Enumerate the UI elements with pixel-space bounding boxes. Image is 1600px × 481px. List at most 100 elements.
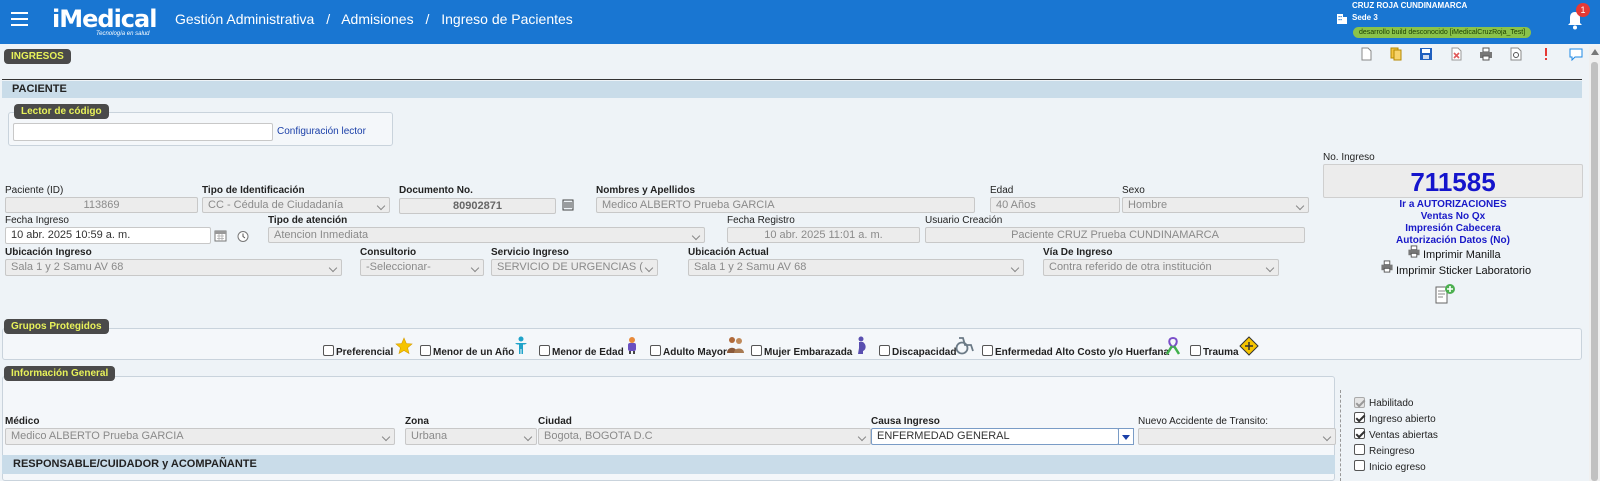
adulto-mayor-checkbox[interactable]: [650, 345, 661, 356]
mujer-embarazada-checkbox[interactable]: [751, 345, 762, 356]
section-responsable: RESPONSABLE/CUIDADOR y ACOMPAÑANTE: [2, 455, 1335, 474]
menu-icon[interactable]: [11, 12, 28, 26]
print-icon[interactable]: [1473, 45, 1499, 63]
notification-badge: 1: [1576, 3, 1590, 17]
accidente-transito-select[interactable]: [1138, 428, 1336, 445]
paciente-id-field: 113869: [5, 197, 198, 213]
nombres-field: Medico ALBERTO Prueba GARCIA: [596, 197, 975, 213]
edad-field: 40 Años: [990, 197, 1120, 213]
add-document-icon[interactable]: [1434, 284, 1456, 304]
menor-un-ano-label: Menor de un Año: [433, 347, 515, 358]
section-paciente: PACIENTE: [2, 81, 1582, 98]
imprimir-manilla-link[interactable]: Imprimir Manilla: [1423, 249, 1501, 261]
new-document-icon[interactable]: [1353, 45, 1379, 63]
copy-icon[interactable]: [1383, 45, 1409, 63]
star-icon: [395, 337, 413, 355]
autorizacion-datos-link[interactable]: Autorización Datos (No): [1323, 235, 1583, 247]
accidente-transito-label: Nuevo Accidente de Transito:: [1138, 416, 1269, 427]
usuario-creacion-label: Usuario Creación: [925, 215, 1003, 226]
ciudad-label: Ciudad: [538, 416, 572, 427]
preview-icon[interactable]: [1503, 45, 1529, 63]
ventas-no-qx-link[interactable]: Ventas No Qx: [1323, 211, 1583, 223]
tipo-atencion-select[interactable]: Atencion Inmediata: [268, 227, 705, 243]
menor-edad-checkbox[interactable]: [539, 345, 550, 356]
clock-icon[interactable]: [236, 229, 250, 243]
app-logo[interactable]: iMedical Tecnología en salud: [52, 3, 162, 41]
chat-icon[interactable]: [1563, 45, 1589, 63]
reingreso-label: Reingreso: [1369, 446, 1415, 457]
documento-field: 80902871: [399, 198, 556, 214]
sexo-label: Sexo: [1122, 185, 1145, 196]
fecha-ingreso-field[interactable]: 10 abr. 2025 10:59 a. m.: [5, 227, 211, 244]
fecha-registro-label: Fecha Registro: [727, 215, 795, 226]
preferencial-checkbox[interactable]: [323, 345, 334, 356]
trauma-label: Trauma: [1203, 347, 1239, 358]
breadcrumb-item[interactable]: Gestión Administrativa: [175, 11, 314, 27]
causa-ingreso-label: Causa Ingreso: [871, 416, 940, 427]
causa-ingreso-select[interactable]: ENFERMEDAD GENERAL: [871, 428, 1119, 445]
habilitado-checkbox[interactable]: [1354, 397, 1365, 408]
mujer-embarazada-label: Mujer Embarazada: [764, 347, 853, 358]
logo-text: iMedical: [52, 5, 157, 33]
via-ingreso-select[interactable]: Contra referido de otra institución: [1043, 259, 1279, 276]
ubicacion-ingreso-select[interactable]: Sala 1 y 2 Samu AV 68: [5, 259, 342, 276]
impresion-cabecera-link[interactable]: Impresión Cabecera: [1323, 223, 1583, 235]
ribbon-icon: [1165, 336, 1181, 355]
usuario-creacion-field: Paciente CRUZ Prueba CUNDINAMARCA: [925, 227, 1305, 243]
alert-icon[interactable]: [1533, 45, 1559, 63]
sexo-select[interactable]: Hombre: [1122, 197, 1309, 213]
ciudad-select[interactable]: Bogota, BOGOTA D.C: [538, 428, 871, 445]
reingreso-checkbox[interactable]: [1354, 444, 1365, 455]
trauma-checkbox[interactable]: [1190, 345, 1201, 356]
printer-icon[interactable]: [1380, 260, 1394, 273]
logo-tagline: Tecnología en salud: [96, 31, 150, 37]
breadcrumb: Gestión Administrativa / Admisiones / In…: [175, 11, 573, 27]
ventas-abiertas-checkbox[interactable]: [1354, 428, 1365, 439]
zona-select[interactable]: Urbana: [405, 428, 537, 445]
ingreso-links: Ir a AUTORIZACIONES Ventas No Qx Impresi…: [1323, 199, 1583, 247]
barcode-icon[interactable]: [562, 199, 574, 211]
section-info-general: Información General: [4, 366, 116, 381]
consultorio-select[interactable]: -Seleccionar-: [360, 259, 484, 276]
configuracion-lector-link[interactable]: Configuración lector: [277, 126, 366, 137]
fecha-ingreso-label: Fecha Ingreso: [5, 215, 69, 226]
causa-dropdown-button[interactable]: [1118, 428, 1134, 445]
sede-name[interactable]: Sede 3: [1352, 13, 1378, 22]
ingreso-abierto-label: Ingreso abierto: [1369, 414, 1436, 425]
save-icon[interactable]: [1413, 45, 1439, 63]
medico-select[interactable]: Medico ALBERTO Prueba GARCIA: [5, 428, 395, 445]
preferencial-label: Preferencial: [336, 347, 394, 358]
vertical-scrollbar[interactable]: [1589, 46, 1600, 481]
fecha-registro-field: 10 abr. 2025 11:01 a. m.: [727, 227, 920, 243]
printer-icon[interactable]: [1407, 245, 1421, 258]
ir-autorizaciones-link[interactable]: Ir a AUTORIZACIONES: [1323, 199, 1583, 211]
medico-label: Médico: [5, 416, 40, 427]
discapacidad-checkbox[interactable]: [879, 345, 890, 356]
breadcrumb-separator: /: [425, 11, 430, 27]
elderly-icon: [727, 337, 744, 353]
scroll-up-arrow[interactable]: [1591, 49, 1599, 55]
ubicacion-actual-select[interactable]: Sala 1 y 2 Samu AV 68: [688, 259, 1024, 276]
menor-un-ano-checkbox[interactable]: [420, 345, 431, 356]
imprimir-sticker-link[interactable]: Imprimir Sticker Laboratorio: [1396, 265, 1531, 277]
no-ingreso-label: No. Ingreso: [1323, 152, 1375, 163]
tipo-id-select[interactable]: CC - Cédula de Ciudadanía: [202, 197, 390, 213]
servicio-ingreso-select[interactable]: SERVICIO DE URGENCIAS (: [491, 259, 658, 276]
organization-name: CRUZ ROJA CUNDINAMARCA: [1352, 1, 1468, 10]
warning-icon: [1239, 336, 1259, 356]
breadcrumb-item[interactable]: Admisiones: [341, 11, 413, 27]
servicio-ingreso-label: Servicio Ingreso: [491, 247, 569, 258]
action-toolbar: [1353, 45, 1589, 63]
zona-label: Zona: [405, 416, 429, 427]
ingreso-abierto-checkbox[interactable]: [1354, 412, 1365, 423]
inicio-egreso-checkbox[interactable]: [1354, 460, 1365, 471]
tipo-atencion-label: Tipo de atención: [268, 215, 348, 226]
ubicacion-actual-label: Ubicación Actual: [688, 247, 769, 258]
lector-input[interactable]: [13, 123, 273, 141]
building-icon: [1337, 14, 1347, 24]
habilitado-label: Habilitado: [1369, 398, 1414, 409]
scroll-thumb[interactable]: [1591, 62, 1598, 481]
delete-icon[interactable]: [1443, 45, 1469, 63]
calendar-icon[interactable]: [214, 229, 227, 242]
enfermedad-alto-costo-checkbox[interactable]: [982, 345, 993, 356]
